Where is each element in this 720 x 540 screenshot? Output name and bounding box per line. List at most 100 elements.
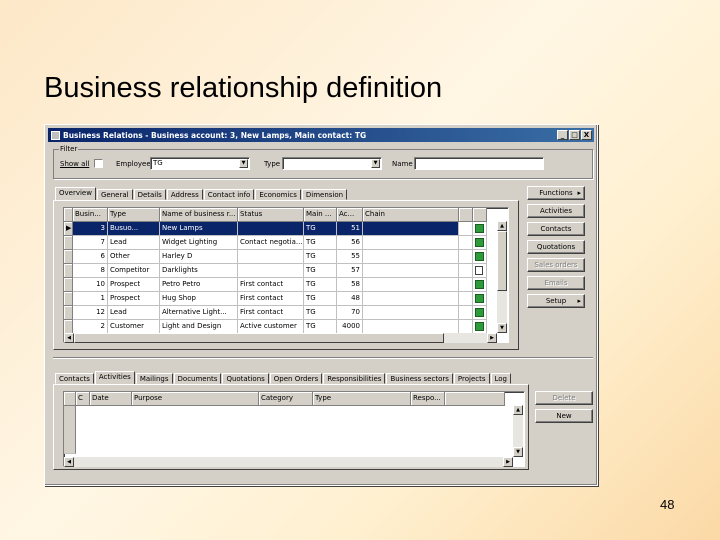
- delete-button[interactable]: Delete: [535, 391, 593, 405]
- functions-button[interactable]: Functions ▸: [527, 186, 585, 200]
- chevron-down-icon[interactable]: ▼: [371, 159, 380, 168]
- cell-status[interactable]: [238, 264, 304, 278]
- column-header[interactable]: Category: [259, 392, 313, 406]
- cell-ac[interactable]: 4000: [337, 320, 363, 334]
- cell-type[interactable]: Lead: [108, 306, 160, 320]
- employee-select[interactable]: TG ▼: [150, 157, 250, 170]
- cell-ac[interactable]: 70: [337, 306, 363, 320]
- scroll-right-button[interactable]: ▶: [503, 457, 513, 467]
- grid-vertical-scrollbar[interactable]: ▲ ▼: [497, 221, 507, 333]
- row-indicator[interactable]: [64, 320, 73, 334]
- cell-name[interactable]: Widget Lighting: [160, 236, 238, 250]
- cell-busin[interactable]: 7: [73, 236, 108, 250]
- cell-busin[interactable]: 12: [73, 306, 108, 320]
- column-header[interactable]: Type: [313, 392, 411, 406]
- cell-chain[interactable]: [363, 278, 459, 292]
- tab-address[interactable]: Address: [166, 189, 203, 200]
- cell-name[interactable]: Darklights: [160, 264, 238, 278]
- maximize-button[interactable]: □: [569, 130, 580, 140]
- column-header[interactable]: Status: [238, 208, 304, 222]
- table-row[interactable]: ▶ 3 Busuo... New Lamps TG 51: [64, 222, 487, 236]
- cell-status[interactable]: [238, 250, 304, 264]
- table-row[interactable]: 12 Lead Alternative Light... First contact T…: [64, 306, 487, 320]
- cell-type[interactable]: Busuo...: [108, 222, 160, 236]
- scroll-left-button[interactable]: ◀: [64, 333, 74, 343]
- table-row[interactable]: 1 Prospect Hug Shop First contact TG 48: [64, 292, 487, 306]
- tab-quotations[interactable]: Quotations: [222, 373, 269, 384]
- cell-chain[interactable]: [363, 292, 459, 306]
- row-indicator[interactable]: [64, 250, 73, 264]
- cell-chain[interactable]: [363, 306, 459, 320]
- cell-status[interactable]: Contact negotia...: [238, 236, 304, 250]
- table-row[interactable]: 2 Customer Light and Design Active customer…: [64, 320, 487, 334]
- cell-main[interactable]: TG: [304, 222, 337, 236]
- cell-chain[interactable]: [363, 222, 459, 236]
- tab-details[interactable]: Details: [133, 189, 166, 200]
- cell-chain[interactable]: [363, 264, 459, 278]
- name-input[interactable]: [414, 157, 544, 170]
- cell-busin[interactable]: 10: [73, 278, 108, 292]
- emails-button[interactable]: Emails: [527, 276, 585, 290]
- tab-economics[interactable]: Economics: [255, 189, 301, 200]
- column-header[interactable]: Chain: [363, 208, 459, 222]
- column-header[interactable]: Ac...: [337, 208, 363, 222]
- cell-main[interactable]: TG: [304, 306, 337, 320]
- cell-status[interactable]: Active customer: [238, 320, 304, 334]
- cell-name[interactable]: Hug Shop: [160, 292, 238, 306]
- cell-status[interactable]: [238, 222, 304, 236]
- column-header[interactable]: Date: [90, 392, 132, 406]
- tab-contact-info[interactable]: Contact info: [203, 189, 255, 200]
- cell-name[interactable]: Light and Design: [160, 320, 238, 334]
- tab-dimension[interactable]: Dimension: [301, 189, 348, 200]
- scroll-down-button[interactable]: ▼: [513, 447, 523, 457]
- cell-name[interactable]: Harley D: [160, 250, 238, 264]
- cell-main[interactable]: TG: [304, 250, 337, 264]
- row-indicator[interactable]: [64, 306, 73, 320]
- cell-chain[interactable]: [363, 320, 459, 334]
- tab-overview[interactable]: Overview: [55, 187, 96, 200]
- tab-projects[interactable]: Projects: [453, 373, 490, 384]
- cell-status[interactable]: First contact: [238, 306, 304, 320]
- table-row[interactable]: 7 Lead Widget Lighting Contact negotia... TG…: [64, 236, 487, 250]
- scroll-right-button[interactable]: ▶: [487, 333, 497, 343]
- tab-mailings[interactable]: Mailings: [135, 373, 173, 384]
- column-header[interactable]: Type: [108, 208, 160, 222]
- column-header[interactable]: Main ...: [304, 208, 337, 222]
- column-header[interactable]: Purpose: [132, 392, 259, 406]
- activities-vertical-scrollbar[interactable]: ▲ ▼: [513, 405, 523, 457]
- close-button[interactable]: X: [581, 130, 592, 140]
- tab-business-sectors[interactable]: Business sectors: [386, 373, 453, 384]
- cell-type[interactable]: Other: [108, 250, 160, 264]
- table-row[interactable]: 10 Prospect Petro Petro First contact TG 58: [64, 278, 487, 292]
- tab-contacts[interactable]: Contacts: [55, 373, 94, 384]
- scroll-down-button[interactable]: ▼: [497, 323, 507, 333]
- cell-chain[interactable]: [363, 250, 459, 264]
- row-indicator[interactable]: [64, 236, 73, 250]
- column-header[interactable]: Busin...: [73, 208, 108, 222]
- type-select[interactable]: ▼: [282, 157, 382, 170]
- activities-button[interactable]: Activities: [527, 204, 585, 218]
- cell-main[interactable]: TG: [304, 292, 337, 306]
- cell-ac[interactable]: 57: [337, 264, 363, 278]
- window-titlebar[interactable]: Business Relations - Business account: 3…: [48, 128, 594, 142]
- contacts-button[interactable]: Contacts: [527, 222, 585, 236]
- show-all-checkbox[interactable]: [94, 159, 103, 168]
- column-header[interactable]: C: [76, 392, 90, 406]
- scroll-thumb[interactable]: [497, 231, 507, 291]
- cell-type[interactable]: Competitor: [108, 264, 160, 278]
- chevron-down-icon[interactable]: ▼: [239, 159, 248, 168]
- activities-horizontal-scrollbar[interactable]: ◀ ▶: [64, 457, 513, 467]
- cell-busin[interactable]: 1: [73, 292, 108, 306]
- quotations-button[interactable]: Quotations: [527, 240, 585, 254]
- tab-open-orders[interactable]: Open Orders: [269, 373, 323, 384]
- column-header[interactable]: Name of business r...: [160, 208, 238, 222]
- tab-responsibilities[interactable]: Responsibilities: [323, 373, 386, 384]
- cell-ac[interactable]: 56: [337, 236, 363, 250]
- cell-ac[interactable]: 55: [337, 250, 363, 264]
- row-indicator[interactable]: [64, 264, 73, 278]
- cell-busin[interactable]: 2: [73, 320, 108, 334]
- tab-activities[interactable]: Activities: [94, 371, 135, 384]
- cell-main[interactable]: TG: [304, 236, 337, 250]
- cell-busin[interactable]: 3: [73, 222, 108, 236]
- cell-ac[interactable]: 58: [337, 278, 363, 292]
